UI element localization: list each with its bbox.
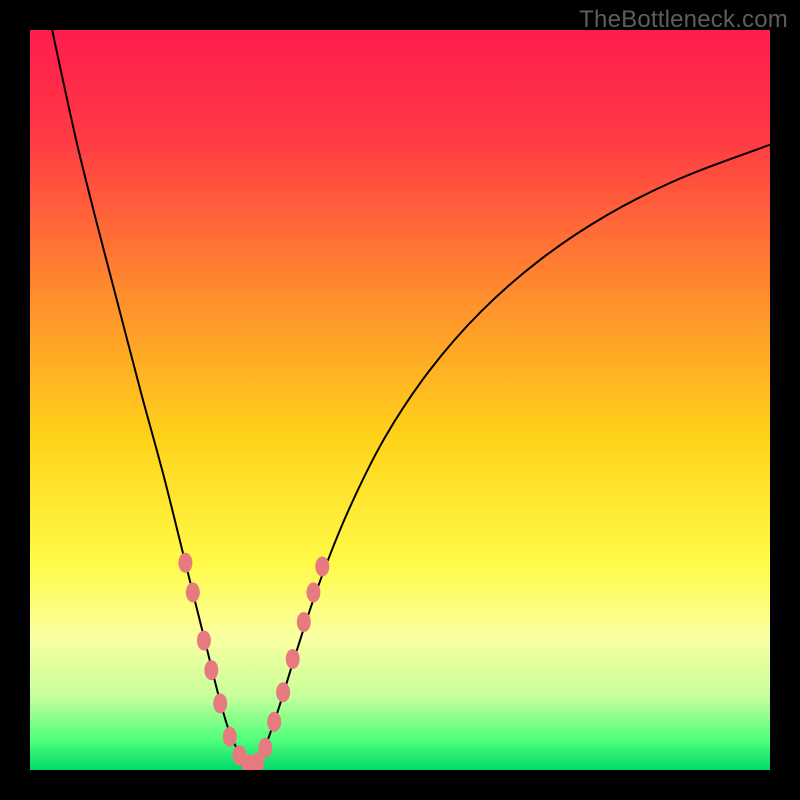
data-marker bbox=[197, 631, 211, 651]
data-marker bbox=[186, 582, 200, 602]
data-marker bbox=[223, 727, 237, 747]
data-marker bbox=[213, 693, 227, 713]
data-marker bbox=[315, 557, 329, 577]
data-marker bbox=[276, 682, 290, 702]
chart-frame: TheBottleneck.com bbox=[0, 0, 800, 800]
gradient-background bbox=[30, 30, 770, 770]
data-marker bbox=[286, 649, 300, 669]
data-marker bbox=[297, 612, 311, 632]
data-marker bbox=[178, 553, 192, 573]
data-marker bbox=[204, 660, 218, 680]
plot-area bbox=[30, 30, 770, 770]
data-marker bbox=[258, 738, 272, 758]
data-marker bbox=[306, 582, 320, 602]
chart-svg bbox=[30, 30, 770, 770]
data-marker bbox=[267, 712, 281, 732]
